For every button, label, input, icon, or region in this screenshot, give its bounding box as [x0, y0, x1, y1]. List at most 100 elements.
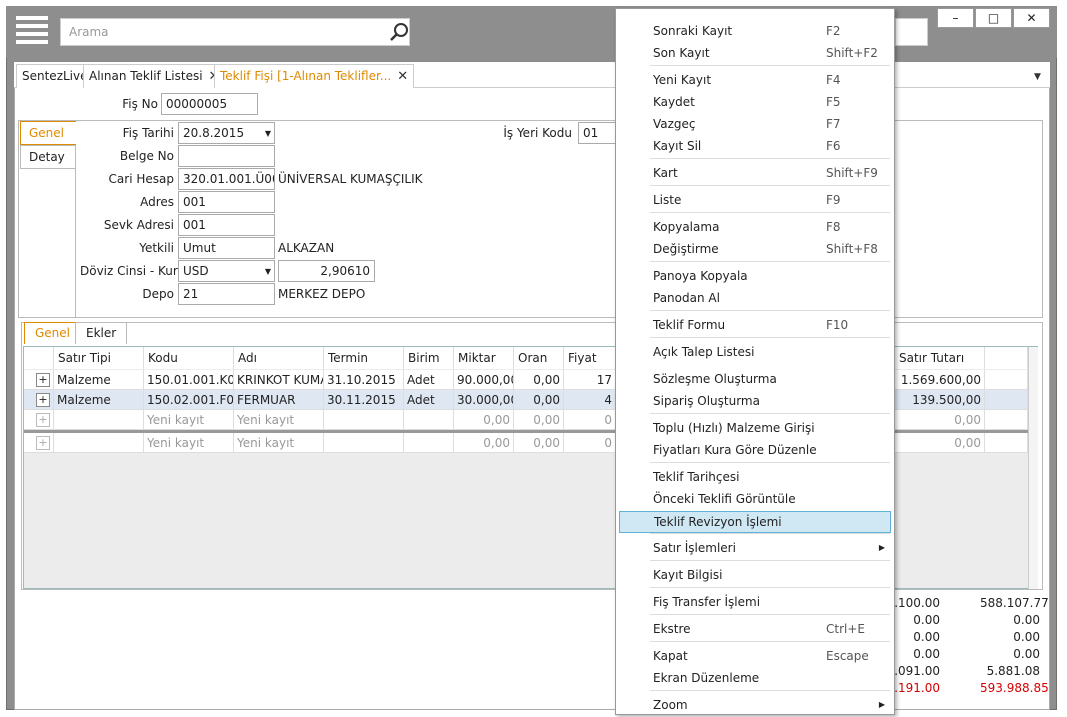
menu-item-kopyalama[interactable]: Kopyalama F8 [619, 217, 891, 239]
header-oran[interactable]: Oran [514, 347, 564, 369]
grid-cell-tip[interactable]: Malzeme [54, 390, 144, 410]
header-birim[interactable]: Birim [404, 347, 454, 369]
fis-no-field[interactable]: 00000005 [161, 93, 258, 115]
menu-item-nceki-teklifi-g-r-nt-le[interactable]: Önceki Teklifi Görüntüle [619, 489, 891, 511]
expand-row-icon[interactable]: + [36, 413, 50, 427]
header-termin[interactable]: Termin [324, 347, 404, 369]
maximize-button[interactable]: □ [975, 8, 1012, 28]
header-adi[interactable]: Adı [234, 347, 324, 369]
side-tab-genel[interactable]: Genel [20, 121, 76, 145]
menu-item-son-kay-t[interactable]: Son Kayıt Shift+F2 [619, 43, 891, 65]
menu-item-ekran-d-zenleme[interactable]: Ekran Düzenleme [619, 668, 891, 690]
menu-item-kaydet[interactable]: Kaydet F5 [619, 92, 891, 114]
yetkili-field[interactable]: Umut [178, 237, 275, 259]
header-fiyat[interactable]: Fiyat [564, 347, 616, 369]
search-input[interactable]: Arama [60, 18, 410, 46]
grid-cell-oran[interactable]: 0,00 [514, 370, 564, 390]
grid-cell-tip[interactable] [54, 410, 144, 430]
hamburger-menu-icon[interactable] [16, 16, 48, 44]
grid-cell-tutar[interactable]: 1.569.600,00 [895, 370, 985, 390]
chevron-down-icon[interactable]: ▼ [265, 267, 271, 276]
menu-item-yeni-kay-t[interactable]: Yeni Kayıt F4 [619, 70, 891, 92]
grid-cell-kodu[interactable]: Yeni kayıt [144, 410, 234, 430]
grid-tab-ekler[interactable]: Ekler [75, 322, 128, 344]
close-icon[interactable]: ✕ [397, 69, 408, 84]
grid-cell-tutar[interactable]: 139.500,00 [895, 390, 985, 410]
grid-cell-birim[interactable] [404, 410, 454, 430]
grid-cell-termin[interactable]: 31.10.2015 [324, 370, 404, 390]
grid-cell-termin[interactable] [324, 410, 404, 430]
menu-item-teklif-tarih-esi[interactable]: Teklif Tarihçesi [619, 467, 891, 489]
menu-item-teklif-formu[interactable]: Teklif Formu F10 [619, 315, 891, 337]
grid-cell-fiyat[interactable]: 0 [564, 433, 616, 453]
grid-cell-termin[interactable] [324, 433, 404, 453]
menu-item-teklif-revizyon-i-lemi[interactable]: Teklif Revizyon İşlemi [619, 511, 891, 533]
grid-cell-birim[interactable]: Adet [404, 370, 454, 390]
grid-cell-oran[interactable]: 0,00 [514, 390, 564, 410]
grid-scrollbar[interactable] [1028, 347, 1038, 589]
grid-cell-oran[interactable]: 0,00 [514, 410, 564, 430]
grid-cell-fiyat[interactable]: 0 [564, 410, 616, 430]
expand-row-icon[interactable]: + [36, 436, 50, 450]
grid-cell-tutar[interactable]: 0,00 [895, 410, 985, 430]
grid-cell-miktar[interactable]: 30.000,00 [454, 390, 514, 410]
grid-cell-fiyat[interactable]: 4 [564, 390, 616, 410]
menu-item-s-zle-me-olu-turma[interactable]: Sözleşme Oluşturma [619, 369, 891, 391]
grid-cell-tip[interactable]: Malzeme [54, 370, 144, 390]
grid-cell-adi[interactable]: KRINKOT KUMA [234, 370, 324, 390]
grid-cell-birim[interactable]: Adet [404, 390, 454, 410]
chevron-down-icon[interactable]: ▼ [265, 129, 271, 138]
grid-cell-kodu[interactable]: 150.01.001.K003 [144, 370, 234, 390]
menu-item-panodan-al[interactable]: Panodan Al [619, 288, 891, 310]
menu-item-kapat[interactable]: Kapat Escape [619, 646, 891, 668]
depo-field[interactable]: 21 [178, 283, 275, 305]
grid-cell-adi[interactable]: Yeni kayıt [234, 410, 324, 430]
cari-hesap-field[interactable]: 320.01.001.Ü002 [178, 168, 275, 190]
kur-field[interactable]: 2,90610 [278, 260, 375, 282]
menu-item-sipari-olu-turma[interactable]: Sipariş Oluşturma [619, 391, 891, 413]
menu-item-liste[interactable]: Liste F9 [619, 190, 891, 212]
grid-cell-miktar[interactable]: 0,00 [454, 410, 514, 430]
menu-item-kay-t-bilgisi[interactable]: Kayıt Bilgisi [619, 565, 891, 587]
menu-item-kart[interactable]: Kart Shift+F9 [619, 163, 891, 185]
menu-item-toplu-h-zl-malzeme-giri-i[interactable]: Toplu (Hızlı) Malzeme Girişi [619, 418, 891, 440]
table-row[interactable]: + [24, 410, 54, 430]
menu-item-kay-t-sil[interactable]: Kayıt Sil F6 [619, 136, 891, 158]
grid-cell-birim[interactable] [404, 433, 454, 453]
header-satir-tutari[interactable]: Satır Tutarı [895, 347, 985, 369]
menu-item-fiyatlar-kura-g-re-d-zenle[interactable]: Fiyatları Kura Göre Düzenle [619, 440, 891, 462]
adres-field[interactable]: 001 [178, 191, 275, 213]
grid-cell-miktar[interactable]: 0,00 [454, 433, 514, 453]
table-row[interactable]: + [24, 390, 54, 410]
sevk-adresi-field[interactable]: 001 [178, 214, 275, 236]
header-kodu[interactable]: Kodu [144, 347, 234, 369]
tab-teklif-fisi[interactable]: Teklif Fişi [1-Alınan Teklifler... ✕ [214, 64, 415, 88]
grid-cell-oran[interactable]: 0,00 [514, 433, 564, 453]
grid-cell-miktar[interactable]: 90.000,00 [454, 370, 514, 390]
grid-cell-adi[interactable]: FERMUAR [234, 390, 324, 410]
minimize-button[interactable]: – [937, 8, 974, 28]
menu-item-sonraki-kay-t[interactable]: Sonraki Kayıt F2 [619, 21, 891, 43]
fis-tarihi-field[interactable]: 20.8.2015 ▼ [178, 122, 275, 144]
grid-cell-adi[interactable]: Yeni kayıt [234, 433, 324, 453]
grid-tab-genel[interactable]: Genel [24, 322, 82, 344]
secondary-search-input[interactable] [895, 18, 928, 46]
grid-cell-kodu[interactable]: 150.02.001.F001 [144, 390, 234, 410]
doviz-select[interactable]: USD ▼ [178, 260, 275, 282]
belge-no-field[interactable] [178, 145, 275, 167]
tab-alinan-teklif-listesi[interactable]: Alınan Teklif Listesi✕ [83, 64, 226, 88]
tab-sentezlive[interactable]: SentezLive [16, 64, 94, 88]
grid-cell-fiyat[interactable]: 17 [564, 370, 616, 390]
expand-row-icon[interactable]: + [36, 373, 50, 387]
search-icon[interactable] [389, 22, 409, 42]
grid-cell-tutar[interactable]: 0,00 [895, 433, 985, 453]
header-miktar[interactable]: Miktar [454, 347, 514, 369]
is-yeri-field[interactable]: 01 [578, 122, 616, 144]
menu-item-fi-transfer-i-lemi[interactable]: Fiş Transfer İşlemi [619, 592, 891, 614]
menu-item-panoya-kopyala[interactable]: Panoya Kopyala [619, 266, 891, 288]
grid-cell-kodu[interactable]: Yeni kayıt [144, 433, 234, 453]
expand-row-icon[interactable]: + [36, 393, 50, 407]
table-row[interactable]: + [24, 370, 54, 390]
table-row[interactable]: + [24, 433, 54, 453]
tabs-dropdown-icon[interactable]: ▼ [1034, 72, 1041, 82]
